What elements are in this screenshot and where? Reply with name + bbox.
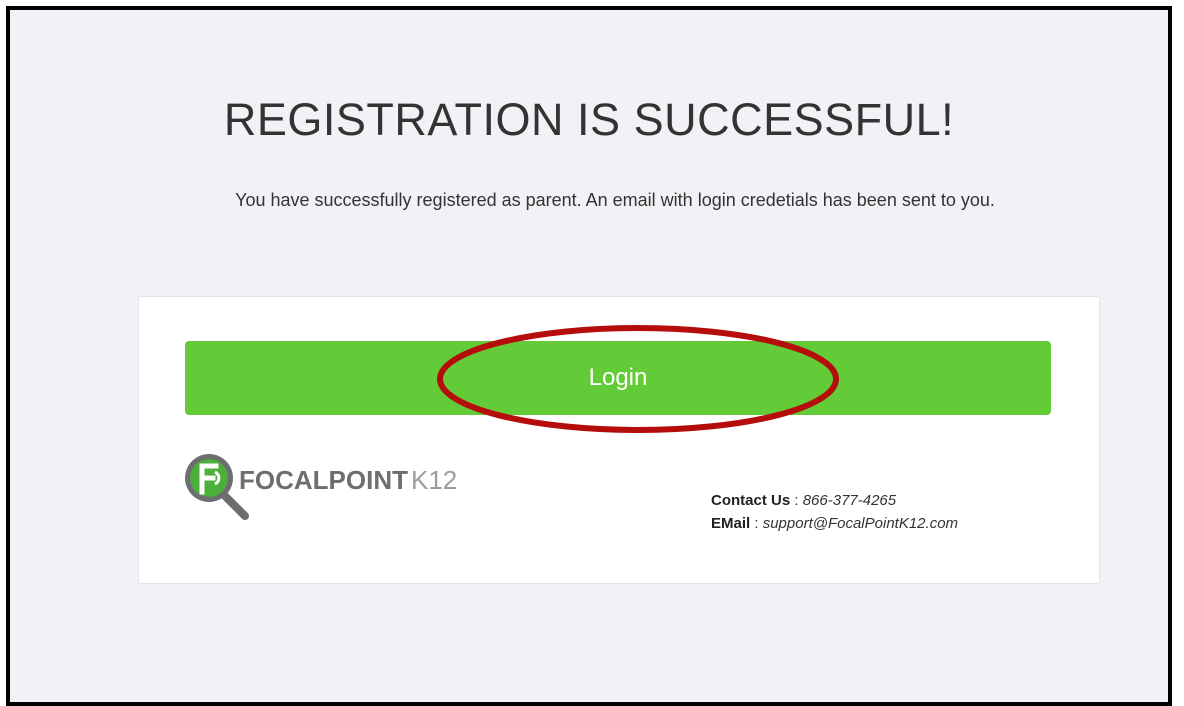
contact-email-row: EMail : support@FocalPointK12.com	[711, 512, 958, 535]
page-title: REGISTRATION IS SUCCESSFUL!	[223, 94, 955, 145]
login-card: Login FOCALPOINT K12 Contact Us : 866-37…	[138, 296, 1100, 584]
login-button[interactable]: Login	[185, 341, 1051, 415]
focalpoint-logo: FOCALPOINT K12	[185, 454, 457, 520]
contact-separator: :	[750, 515, 763, 532]
success-message: You have successfully registered as pare…	[235, 190, 995, 210]
focalpoint-magnifier-logo-icon	[185, 454, 249, 520]
page-frame: REGISTRATION IS SUCCESSFUL! You have suc…	[6, 6, 1172, 706]
contact-separator: :	[790, 492, 803, 509]
contact-email-value[interactable]: support@FocalPointK12.com	[763, 515, 958, 532]
contact-phone-value: 866-377-4265	[802, 492, 897, 509]
contact-info: Contact Us : 866-377-4265 EMail : suppor…	[711, 489, 958, 535]
contact-phone-row: Contact Us : 866-377-4265	[711, 489, 958, 512]
logo-text-bold: FOCALPOINT	[239, 465, 408, 495]
contact-email-label: EMail	[711, 515, 751, 532]
contact-phone-label: Contact Us	[711, 492, 791, 509]
logo-text-light: K12	[411, 465, 457, 495]
